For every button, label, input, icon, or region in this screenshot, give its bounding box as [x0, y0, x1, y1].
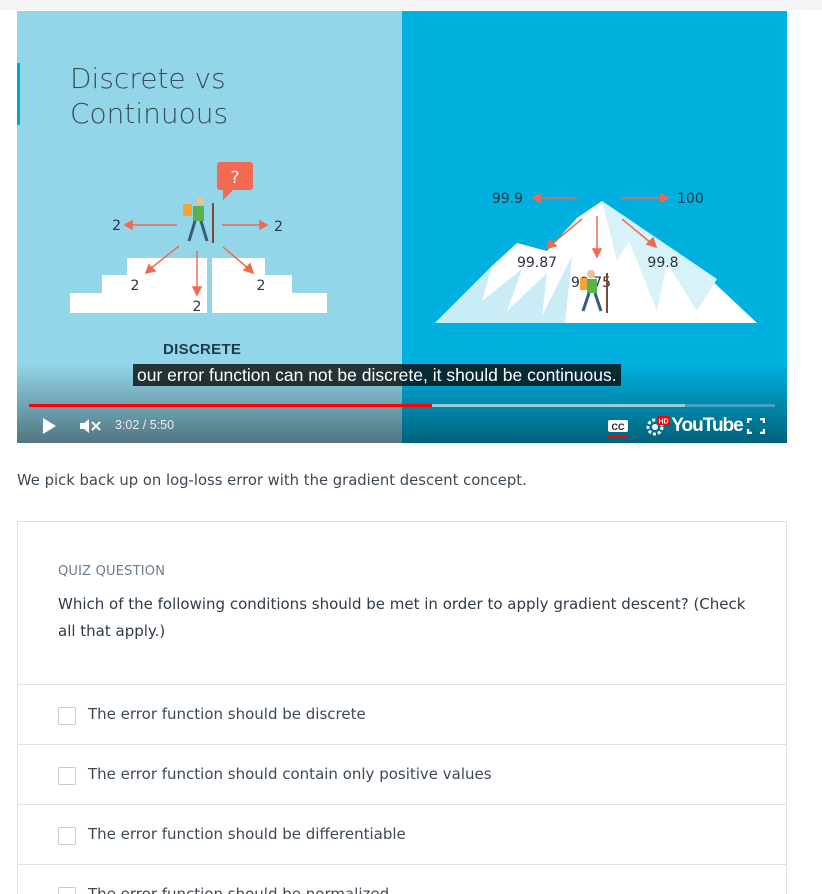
- step-value-right: 2: [274, 219, 283, 235]
- step-value-down-right: 2: [257, 278, 266, 294]
- play-button[interactable]: [39, 416, 59, 436]
- question-bubble-icon: ?: [217, 162, 253, 200]
- height-value-right: 100: [677, 191, 704, 207]
- step-value-left: 2: [112, 218, 121, 234]
- step-value-down: 2: [193, 299, 202, 315]
- hd-badge: HD: [658, 419, 668, 426]
- option-checkbox[interactable]: [58, 827, 76, 845]
- discrete-label: DISCRETE: [163, 341, 242, 358]
- step-value-down-left: 2: [131, 278, 140, 294]
- svg-text:CC: CC: [612, 422, 625, 432]
- option-label: The error function should be discrete: [88, 705, 366, 723]
- video-time: 3:02 / 5:50: [115, 418, 175, 432]
- mountain-illustration: [435, 201, 757, 323]
- progress-played: [29, 404, 432, 407]
- hiker-left-icon: [183, 197, 214, 243]
- gear-icon: HD: [646, 416, 670, 436]
- option-checkbox[interactable]: [58, 767, 76, 785]
- quiz-option[interactable]: The error function should be normalized: [18, 865, 786, 894]
- video-player[interactable]: Discrete vs Continuous ? 2 2 2 2 2 99.9 …: [17, 11, 787, 443]
- height-value-down-right: 99.8: [647, 255, 678, 271]
- settings-button[interactable]: HD: [644, 414, 670, 438]
- height-value-left: 99.9: [492, 191, 523, 207]
- youtube-logo: YouTube: [671, 415, 743, 436]
- video-progress-bar[interactable]: [29, 404, 775, 407]
- video-controls: 3:02 / 5:50 CC HD YouTube: [17, 411, 787, 441]
- option-checkbox[interactable]: [58, 707, 76, 725]
- video-caption: our error function can not be discrete, …: [133, 364, 621, 386]
- option-label: The error function should be differentia…: [88, 825, 406, 843]
- cc-icon: CC: [608, 420, 628, 437]
- quiz-question: Which of the following conditions should…: [58, 595, 746, 640]
- height-value-down-left: 99.87: [517, 255, 557, 271]
- quiz-option[interactable]: The error function should contain only p…: [18, 745, 786, 805]
- top-bar: [0, 0, 822, 10]
- option-label: The error function should contain only p…: [88, 765, 492, 783]
- quiz-option[interactable]: The error function should be differentia…: [18, 805, 786, 865]
- volume-button[interactable]: [77, 416, 103, 436]
- fullscreen-button[interactable]: [745, 416, 767, 436]
- intro-text: We pick back up on log-loss error with t…: [17, 472, 527, 489]
- quiz-label: QUIZ QUESTION: [58, 564, 166, 579]
- question-mark: ?: [230, 168, 239, 188]
- option-label: The error function should be normalized: [88, 885, 390, 894]
- option-checkbox[interactable]: [58, 887, 76, 894]
- quiz-option[interactable]: The error function should be discrete: [18, 685, 786, 745]
- fullscreen-icon: [747, 418, 765, 434]
- play-icon: [43, 418, 56, 434]
- captions-button[interactable]: CC: [606, 416, 630, 438]
- volume-muted-icon: [80, 419, 101, 433]
- quiz-header: QUIZ QUESTION Which of the following con…: [18, 522, 786, 685]
- quiz-card: QUIZ QUESTION Which of the following con…: [17, 521, 787, 894]
- youtube-logo-button[interactable]: YouTube: [671, 414, 743, 438]
